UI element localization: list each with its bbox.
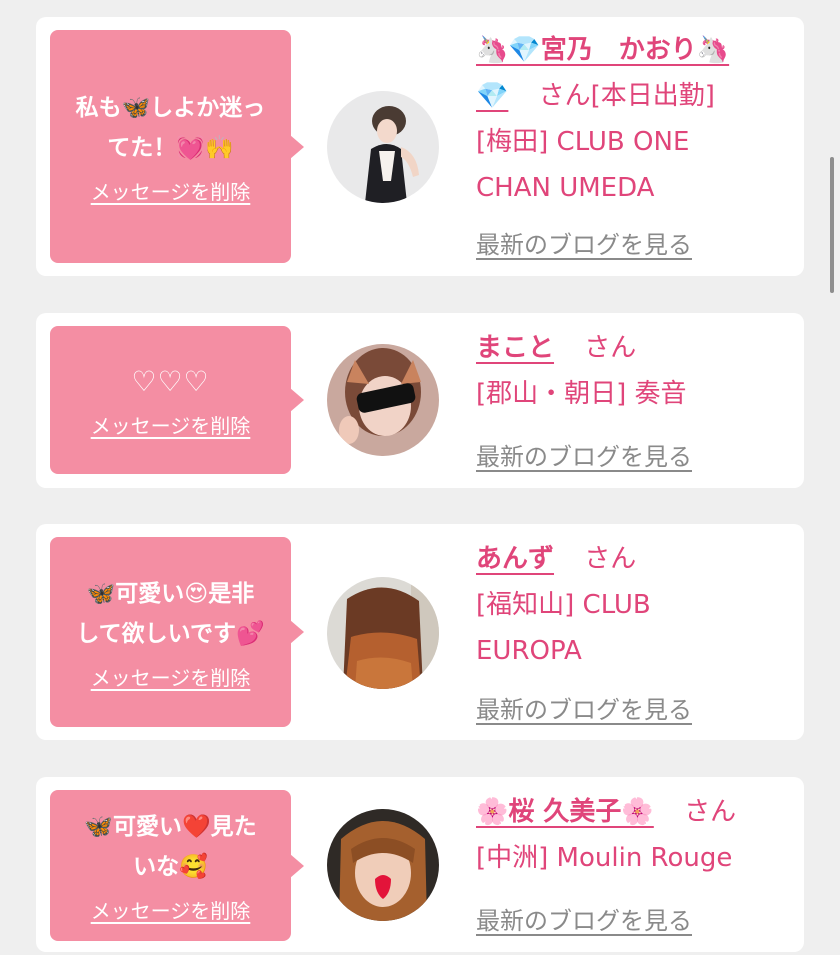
message-text-line: 🦋可愛い😍是非 — [86, 580, 255, 607]
message-text-line: して欲しいです💕 — [76, 620, 265, 647]
message-card: 🦋可愛い😍是非 して欲しいです💕 メッセージを削除 あんず さん [福知山] C… — [36, 524, 804, 740]
honorific: さん[本日出勤] — [538, 81, 715, 111]
avatar[interactable] — [327, 577, 439, 689]
latest-blog-link[interactable]: 最新のブログを見る — [476, 437, 692, 472]
shop-name: CHAN UMEDA — [476, 173, 655, 203]
cast-info: 🌸桜 久美子🌸 さん [中洲] Moulin Rouge — [476, 789, 784, 881]
honorific: さん — [584, 333, 637, 363]
message-bubble: ♡♡♡ メッセージを削除 — [50, 326, 291, 474]
message-bubble: 私も🦋しよか迷っ てた！💓🙌 メッセージを削除 — [50, 30, 291, 263]
cast-name-link[interactable]: 💎 — [476, 81, 508, 111]
message-bubble: 🦋可愛い😍是非 して欲しいです💕 メッセージを削除 — [50, 537, 291, 727]
latest-blog-link[interactable]: 最新のブログを見る — [476, 225, 692, 260]
cast-name-line: 🦄💎宮乃 かおり🦄 — [476, 27, 784, 73]
message-card: ♡♡♡ メッセージを削除 まこと さん [郡山・朝日] 奏音 最新のブログを見る — [36, 313, 804, 488]
scrollbar[interactable] — [830, 157, 834, 293]
latest-blog-link[interactable]: 最新のブログを見る — [476, 901, 692, 936]
delete-message-link[interactable]: メッセージを削除 — [91, 410, 251, 439]
shop-name: EUROPA — [476, 636, 582, 666]
message-text: 🦋可愛い😍是非 して欲しいです💕 — [68, 574, 272, 654]
avatar[interactable] — [327, 91, 439, 203]
message-text-line: 私も🦋しよか迷っ — [75, 95, 266, 121]
message-card: 私も🦋しよか迷っ てた！💓🙌 メッセージを削除 🦄💎宮乃 かおり🦄 💎 さん[本… — [36, 17, 804, 276]
cast-info: 🦄💎宮乃 かおり🦄 💎 さん[本日出勤] [梅田] CLUB ONE CHAN … — [476, 27, 784, 211]
avatar[interactable] — [327, 809, 439, 921]
message-text: ♡♡♡ — [131, 364, 210, 398]
cast-name-link[interactable]: 🌸桜 久美子🌸 — [476, 797, 654, 827]
cast-name-line: 🌸桜 久美子🌸 さん — [476, 789, 784, 835]
shop-name: [郡山・朝日] 奏音 — [476, 379, 687, 409]
message-text-line: 🦋可愛い❤️見た — [84, 814, 257, 840]
honorific: さん — [584, 544, 637, 574]
message-list: 私も🦋しよか迷っ てた！💓🙌 メッセージを削除 🦄💎宮乃 かおり🦄 💎 さん[本… — [0, 0, 840, 955]
cast-info: まこと さん [郡山・朝日] 奏音 — [476, 325, 784, 417]
message-text-line: いな🥰 — [133, 854, 208, 880]
delete-message-link[interactable]: メッセージを削除 — [91, 662, 251, 691]
message-text: 私も🦋しよか迷っ てた！💓🙌 — [68, 88, 274, 168]
avatar-photo — [327, 809, 439, 921]
delete-message-link[interactable]: メッセージを削除 — [91, 176, 251, 205]
cast-name-line: まこと さん — [476, 325, 784, 371]
avatar-photo — [327, 91, 439, 203]
message-text: 🦋可愛い❤️見た いな🥰 — [76, 807, 264, 887]
avatar[interactable] — [327, 344, 439, 456]
message-card: 🦋可愛い❤️見た いな🥰 メッセージを削除 🌸桜 久美子🌸 さん [中洲] Mo… — [36, 777, 804, 952]
delete-message-link[interactable]: メッセージを削除 — [91, 895, 251, 924]
shop-name: [福知山] CLUB — [476, 590, 651, 620]
cast-name-link[interactable]: あんず — [476, 544, 554, 574]
cast-name-line: あんず さん — [476, 536, 784, 582]
cast-name-line: 💎 さん[本日出勤] — [476, 73, 784, 119]
latest-blog-link[interactable]: 最新のブログを見る — [476, 690, 692, 725]
cast-name-link[interactable]: まこと — [476, 333, 554, 363]
cast-name-link[interactable]: 🦄💎宮乃 かおり🦄 — [476, 35, 729, 65]
avatar-photo — [327, 577, 439, 689]
avatar-photo — [327, 344, 439, 456]
cast-info: あんず さん [福知山] CLUB EUROPA — [476, 536, 784, 674]
message-bubble: 🦋可愛い❤️見た いな🥰 メッセージを削除 — [50, 790, 291, 941]
honorific: さん — [684, 797, 737, 827]
shop-name: [梅田] CLUB ONE — [476, 127, 690, 157]
shop-name: [中洲] Moulin Rouge — [476, 843, 733, 873]
message-text-line: てた！💓🙌 — [107, 135, 234, 161]
